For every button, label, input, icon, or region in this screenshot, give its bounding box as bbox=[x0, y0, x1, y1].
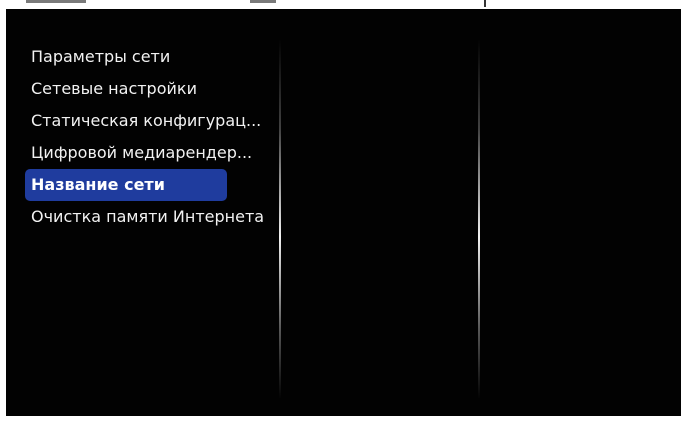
menu-item-digital-media-renderer[interactable]: Цифровой медиарендер... bbox=[25, 137, 285, 169]
menu-item-network-parameters[interactable]: Параметры сети bbox=[25, 41, 285, 73]
top-cropped-strip bbox=[0, 0, 681, 9]
menu-item-clear-internet-memory[interactable]: Очистка памяти Интернета bbox=[25, 201, 285, 233]
menu-item-network-settings[interactable]: Сетевые настройки bbox=[25, 73, 285, 105]
cropped-text-fragment bbox=[26, 0, 86, 3]
cropped-text-fragment bbox=[484, 0, 486, 7]
menu-item-network-name[interactable]: Название сети bbox=[25, 169, 227, 201]
column-divider bbox=[478, 39, 480, 399]
osd-menu-screen: Параметры сети Сетевые настройки Статиче… bbox=[6, 9, 681, 416]
cropped-text-fragment bbox=[250, 0, 276, 3]
column-divider bbox=[279, 39, 281, 399]
network-settings-menu: Параметры сети Сетевые настройки Статиче… bbox=[25, 41, 285, 233]
menu-item-static-configuration[interactable]: Статическая конфигурац... bbox=[25, 105, 285, 137]
